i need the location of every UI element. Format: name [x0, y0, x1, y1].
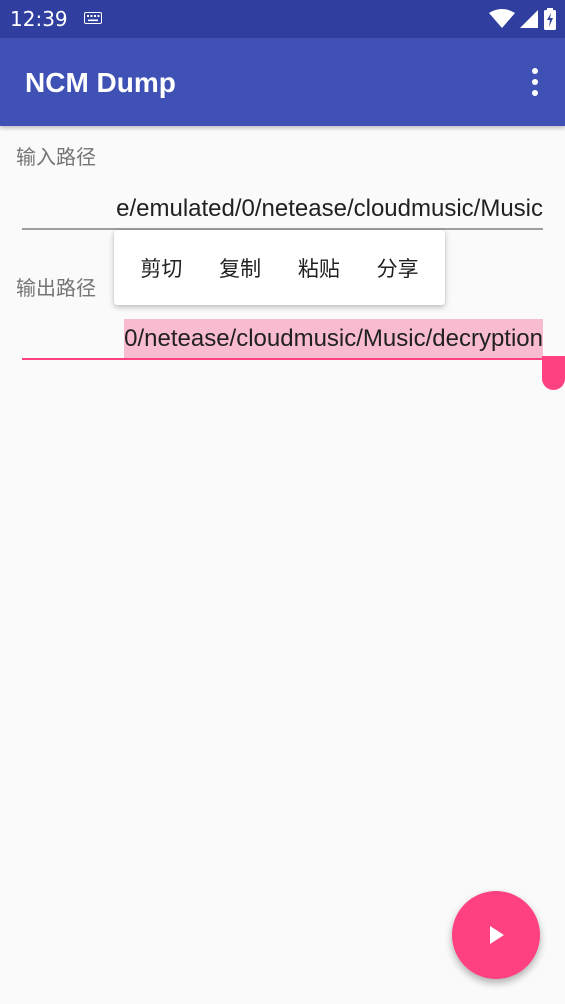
output-path-value: 0/netease/cloudmusic/Music/decryption	[124, 319, 543, 359]
app-bar: NCM Dump	[0, 38, 565, 126]
selection-handle[interactable]	[542, 356, 565, 390]
keyboard-icon	[84, 12, 102, 24]
app-title: NCM Dump	[25, 67, 176, 98]
battery-charging-icon	[544, 8, 556, 30]
cellular-signal-icon	[520, 10, 538, 28]
status-bar: 12:39	[0, 0, 565, 38]
start-fab-button[interactable]	[452, 891, 540, 979]
paste-menu-item[interactable]: 粘贴	[292, 245, 346, 291]
more-vert-icon[interactable]	[523, 66, 547, 98]
play-icon	[490, 926, 504, 944]
output-path-field[interactable]: 0/netease/cloudmusic/Music/decryption	[22, 319, 543, 359]
output-path-label: 输出路径	[16, 276, 96, 300]
wifi-icon	[489, 9, 515, 28]
input-path-value: e/emulated/0/netease/cloudmusic/Music	[116, 195, 543, 222]
input-path-field[interactable]: e/emulated/0/netease/cloudmusic/Music	[22, 189, 543, 229]
status-time: 12:39	[10, 7, 68, 31]
input-path-label: 输入路径	[16, 145, 96, 169]
output-path-underline	[22, 358, 543, 360]
cut-menu-item[interactable]: 剪切	[134, 245, 188, 291]
copy-menu-item[interactable]: 复制	[213, 245, 267, 291]
share-menu-item[interactable]: 分享	[371, 245, 425, 291]
text-selection-menu: 剪切 复制 粘贴 分享	[114, 230, 445, 305]
status-icons	[489, 8, 557, 30]
